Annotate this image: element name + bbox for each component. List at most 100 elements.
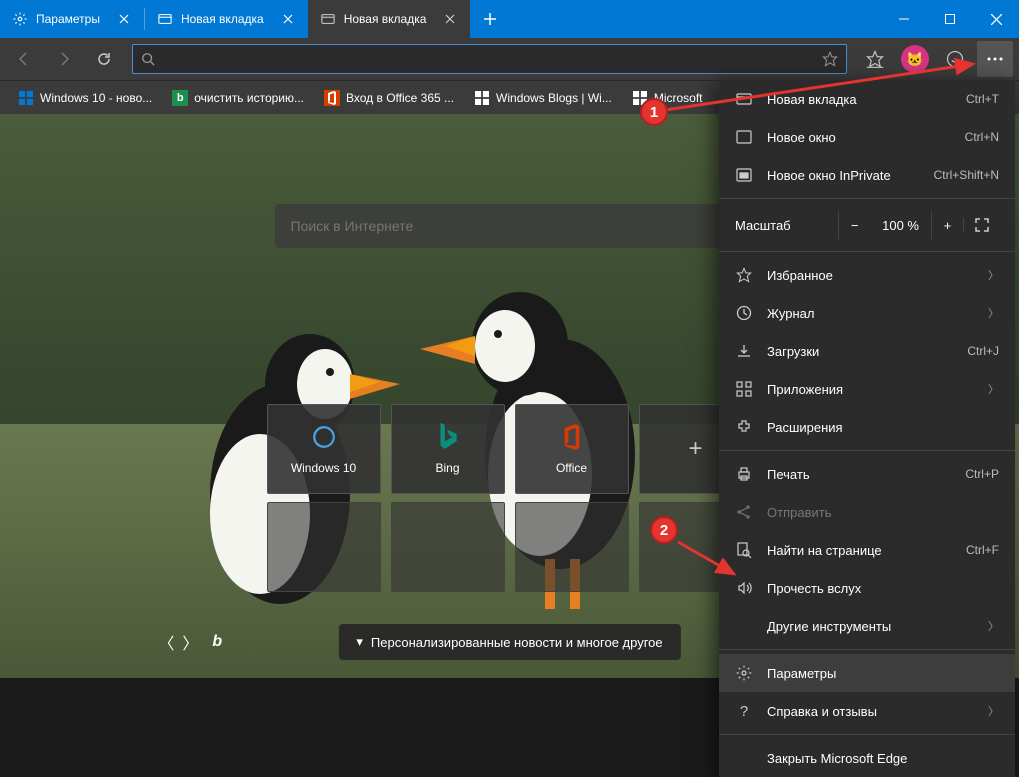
apps-icon xyxy=(735,380,753,398)
close-icon[interactable] xyxy=(116,11,132,27)
menu-label: Параметры xyxy=(767,666,999,681)
fullscreen-button[interactable] xyxy=(963,218,999,232)
next-image-button[interactable]: 〉 xyxy=(182,630,198,654)
menu-read-aloud[interactable]: Прочесть вслух xyxy=(719,569,1015,607)
tab-newtab-2-active[interactable]: Новая вкладка xyxy=(308,0,471,38)
menu-print[interactable]: Печать Ctrl+P xyxy=(719,455,1015,493)
search-icon xyxy=(141,52,155,66)
newtab-icon xyxy=(320,11,336,27)
zoom-label: Масштаб xyxy=(735,218,838,233)
menu-zoom: Масштаб − 100 % + xyxy=(719,203,1015,247)
bookmark-item[interactable]: b очистить историю... xyxy=(164,86,312,110)
tile-empty[interactable] xyxy=(267,502,381,592)
bookmark-label: Windows 10 - ново... xyxy=(40,91,152,105)
bookmark-label: очистить историю... xyxy=(194,91,304,105)
close-icon[interactable] xyxy=(442,11,458,27)
close-window-button[interactable] xyxy=(973,0,1019,38)
annotation-badge-2: 2 xyxy=(650,516,678,544)
gear-icon xyxy=(735,664,753,682)
quick-tiles-row: Windows 10 Bing Office + xyxy=(267,404,753,494)
menu-favorites[interactable]: Избранное 〉 xyxy=(719,256,1015,294)
bookmark-item[interactable]: Windows 10 - ново... xyxy=(10,86,160,110)
inprivate-icon xyxy=(735,166,753,184)
bookmark-item[interactable]: Вход в Office 365 ... xyxy=(316,86,462,110)
menu-label: Найти на странице xyxy=(767,543,952,558)
menu-apps[interactable]: Приложения 〉 xyxy=(719,370,1015,408)
tab-label: Новая вкладка xyxy=(344,12,427,26)
menu-label: Расширения xyxy=(767,420,999,435)
blank-icon xyxy=(735,749,753,767)
menu-label: Закрыть Microsoft Edge xyxy=(767,751,999,766)
refresh-button[interactable] xyxy=(86,41,122,77)
menu-label: Приложения xyxy=(767,382,974,397)
new-tab-button[interactable] xyxy=(470,0,510,38)
tab-label: Новая вкладка xyxy=(181,12,264,26)
zoom-out-button[interactable]: − xyxy=(838,211,870,239)
tab-settings[interactable]: Параметры xyxy=(0,0,144,38)
tile-windows10[interactable]: Windows 10 xyxy=(267,404,381,494)
tab-label: Параметры xyxy=(36,12,100,26)
menu-shortcut: Ctrl+F xyxy=(966,543,999,557)
chevron-right-icon: 〉 xyxy=(988,618,999,634)
tile-office[interactable]: Office xyxy=(515,404,629,494)
titlebar: Параметры Новая вкладка Новая вкладка xyxy=(0,0,1019,38)
office-icon xyxy=(558,423,586,451)
tile-empty[interactable] xyxy=(515,502,629,592)
menu-label: Другие инструменты xyxy=(767,619,974,634)
menu-history[interactable]: Журнал 〉 xyxy=(719,294,1015,332)
menu-label: Новое окно xyxy=(767,130,951,145)
newtab-icon xyxy=(157,11,173,27)
bookmark-item[interactable]: Windows Blogs | Wi... xyxy=(466,86,620,110)
menu-more-tools[interactable]: Другие инструменты 〉 xyxy=(719,607,1015,645)
zoom-in-button[interactable]: + xyxy=(931,211,963,239)
chevron-down-icon: ▾ xyxy=(356,634,363,650)
tile-empty[interactable] xyxy=(391,502,505,592)
menu-downloads[interactable]: Загрузки Ctrl+J xyxy=(719,332,1015,370)
news-label: Персонализированные новости и многое дру… xyxy=(371,635,663,650)
menu-shortcut: Ctrl+N xyxy=(965,130,999,144)
annotation-arrow-2 xyxy=(670,534,750,584)
tile-bing[interactable]: Bing xyxy=(391,404,505,494)
menu-shortcut: Ctrl+J xyxy=(967,344,999,358)
menu-find[interactable]: Найти на странице Ctrl+F xyxy=(719,531,1015,569)
search-box[interactable]: b xyxy=(275,204,745,248)
chevron-right-icon: 〉 xyxy=(988,305,999,321)
menu-label: Загрузки xyxy=(767,344,953,359)
back-button[interactable] xyxy=(6,41,42,77)
windows-icon xyxy=(18,90,34,106)
menu-new-window[interactable]: Новое окно Ctrl+N xyxy=(719,118,1015,156)
menu-settings[interactable]: Параметры xyxy=(719,654,1015,692)
gear-icon xyxy=(12,11,28,27)
share-icon xyxy=(735,503,753,521)
plus-icon: + xyxy=(688,435,702,463)
zoom-value: 100 % xyxy=(870,218,931,233)
minimize-button[interactable] xyxy=(881,0,927,38)
menu-label: Избранное xyxy=(767,268,974,283)
main-menu: Новая вкладка Ctrl+T Новое окно Ctrl+N Н… xyxy=(719,80,1015,777)
menu-new-inprivate[interactable]: Новое окно InPrivate Ctrl+Shift+N xyxy=(719,156,1015,194)
menu-extensions[interactable]: Расширения xyxy=(719,408,1015,446)
chevron-right-icon: 〉 xyxy=(988,703,999,719)
menu-close-edge[interactable]: Закрыть Microsoft Edge xyxy=(719,739,1015,777)
extensions-icon xyxy=(735,418,753,436)
help-icon: ? xyxy=(735,702,753,720)
prev-image-button[interactable]: 〈 xyxy=(158,630,174,654)
menu-label: Новое окно InPrivate xyxy=(767,168,920,183)
tile-label: Bing xyxy=(435,461,459,475)
maximize-button[interactable] xyxy=(927,0,973,38)
forward-button[interactable] xyxy=(46,41,82,77)
blank-icon xyxy=(735,617,753,635)
menu-help[interactable]: ? Справка и отзывы 〉 xyxy=(719,692,1015,730)
menu-label: Отправить xyxy=(767,505,999,520)
menu-shortcut: Ctrl+P xyxy=(965,467,999,481)
search-input[interactable] xyxy=(291,218,720,234)
bookmark-label: Вход в Office 365 ... xyxy=(346,91,454,105)
star-icon xyxy=(735,266,753,284)
bing-icon: b xyxy=(212,633,222,651)
print-icon xyxy=(735,465,753,483)
close-icon[interactable] xyxy=(280,11,296,27)
menu-share[interactable]: Отправить xyxy=(719,493,1015,531)
news-button[interactable]: ▾ Персонализированные новости и многое д… xyxy=(338,624,680,660)
chevron-right-icon: 〉 xyxy=(988,381,999,397)
tab-newtab-1[interactable]: Новая вкладка xyxy=(145,0,308,38)
